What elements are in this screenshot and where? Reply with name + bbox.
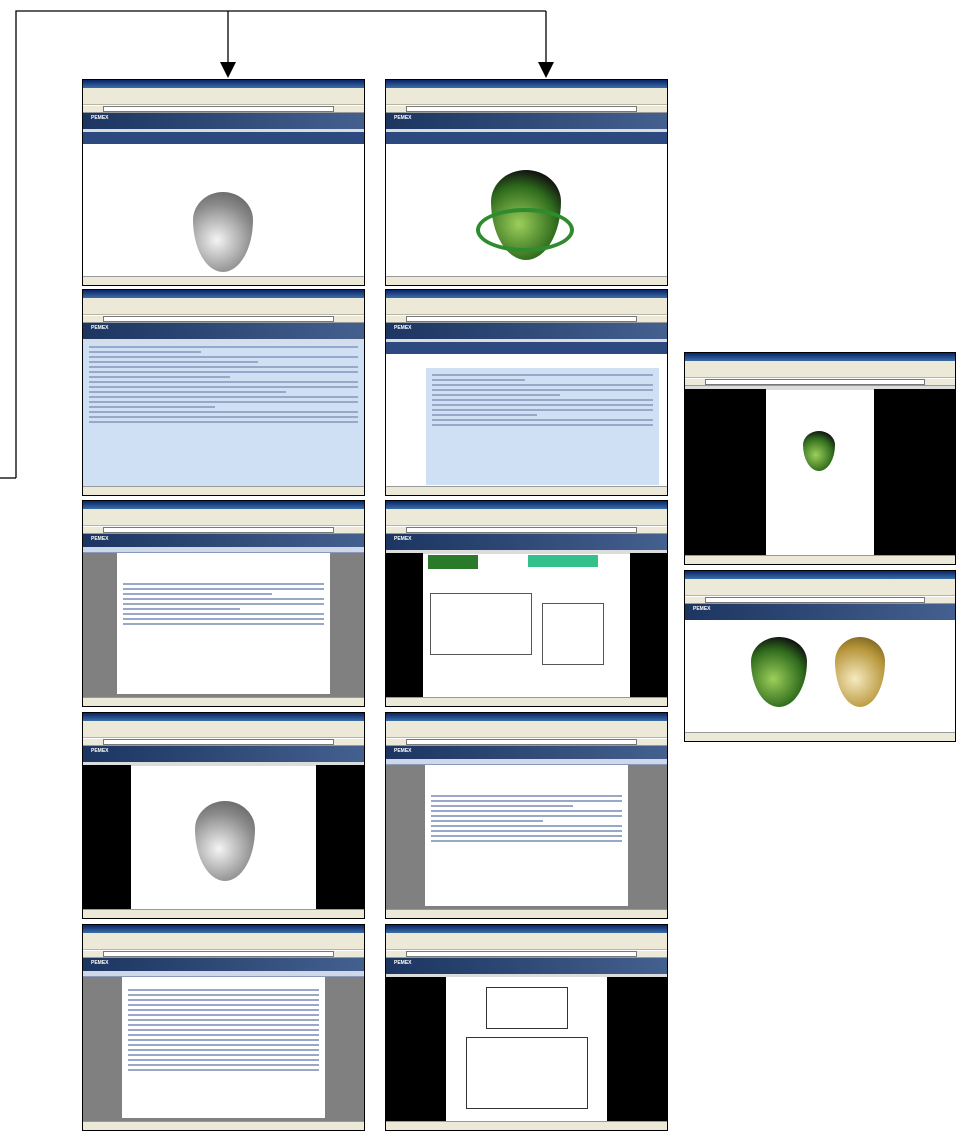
screenshot-two-logos: PEMEX <box>684 570 956 742</box>
screenshot-logo-presentation: PEMEX <box>82 712 365 919</box>
arrowhead <box>538 62 554 78</box>
screenshot-committee-list-2: PEMEX <box>385 289 668 496</box>
green-drop-logo <box>803 431 835 471</box>
banner: PEMEX <box>83 746 364 762</box>
screenshot-small-green-logo <box>684 352 956 565</box>
arrowhead <box>220 62 236 78</box>
screenshot-green-logo-page: PEMEX <box>385 79 668 286</box>
screenshot-word-document: PEMEX <box>82 500 365 707</box>
green-drop-logo <box>751 637 807 707</box>
banner: PEMEX <box>83 113 364 129</box>
banner: PEMEX <box>386 113 667 129</box>
banner: PEMEX <box>386 958 667 974</box>
screenshot-word-document-2: PEMEX <box>385 712 668 919</box>
banner: PEMEX <box>83 323 364 339</box>
screenshot-silver-logo-page: PEMEX <box>82 79 365 286</box>
screenshot-layout-diagram: PEMEX <box>385 924 668 1131</box>
screenshot-committee-list: PEMEX <box>82 289 365 496</box>
screenshot-program-document: PEMEX <box>82 924 365 1131</box>
screenshot-form-page: PEMEX <box>385 500 668 707</box>
banner: PEMEX <box>386 323 667 339</box>
gold-drop-logo <box>835 637 885 707</box>
banner: PEMEX <box>386 534 667 550</box>
green-ring <box>476 208 574 252</box>
silver-drop-logo <box>195 801 255 881</box>
silver-drop-logo <box>193 192 253 272</box>
